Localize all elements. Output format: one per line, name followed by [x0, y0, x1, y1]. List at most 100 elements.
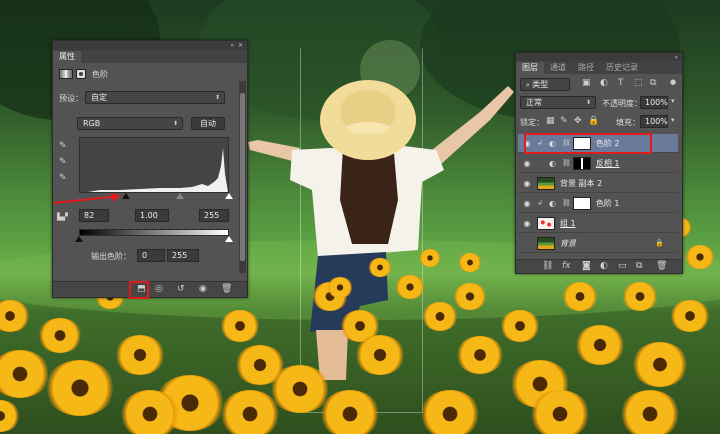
opacity-field[interactable]: 100%: [640, 96, 668, 109]
histogram-icon: [59, 69, 73, 79]
filter-value: 类型: [532, 80, 549, 89]
mask-link-icon[interactable]: ⛓: [562, 159, 571, 167]
visibility-eye-icon[interactable]: ◉: [521, 159, 533, 168]
layer-thumbnail[interactable]: [537, 236, 555, 250]
tab-paths[interactable]: 路径: [572, 62, 600, 74]
new-group-icon[interactable]: ▭: [618, 261, 627, 271]
add-mask-icon[interactable]: ◙: [582, 261, 591, 271]
lock-all-icon[interactable]: 🔒: [588, 116, 599, 126]
trash-icon[interactable]: 🗑: [656, 261, 667, 271]
filter-shape-icon[interactable]: ⬚: [634, 78, 643, 88]
gamma-slider[interactable]: [176, 193, 184, 199]
channel-dropdown[interactable]: RGB ⬍: [77, 117, 183, 130]
scrollbar[interactable]: [239, 81, 246, 273]
layer-row[interactable]: ◉ ◐ ⛓ 反相 1: [518, 154, 678, 173]
close-icon[interactable]: ✕: [238, 42, 243, 49]
lock-image-icon[interactable]: ✎: [560, 116, 568, 126]
output-white-field[interactable]: 255: [167, 249, 199, 262]
blend-mode-value: 正常: [526, 98, 542, 107]
dropdown-arrow-icon: ⬍: [214, 94, 220, 101]
trash-icon[interactable]: 🗑: [221, 284, 232, 294]
filter-smart-icon[interactable]: ⧉: [650, 78, 656, 88]
tab-layers[interactable]: 图层: [516, 62, 544, 74]
tab-history[interactable]: 历史记录: [600, 62, 644, 74]
layer-filter-dropdown[interactable]: ⌕ 类型: [520, 78, 570, 91]
output-black-slider[interactable]: [75, 236, 83, 242]
output-levels-label: 输出色阶：: [91, 252, 131, 261]
layer-thumbnail[interactable]: [572, 156, 591, 170]
layer-thumbnail[interactable]: [537, 176, 555, 190]
mask-icon: [76, 69, 86, 79]
dropdown-arrow-icon: ⬍: [585, 99, 591, 106]
input-black-field[interactable]: 82: [79, 209, 109, 222]
new-adjustment-icon[interactable]: ◐: [600, 261, 608, 271]
filter-pixel-icon[interactable]: ▣: [582, 78, 591, 88]
link-layers-icon[interactable]: ⛓: [542, 261, 553, 271]
gray-eyedropper-icon[interactable]: ✎: [59, 157, 67, 167]
output-white-slider[interactable]: [225, 236, 233, 242]
fill-arrow-icon[interactable]: ▾: [671, 116, 675, 124]
layer-thumbnail[interactable]: [572, 196, 591, 210]
view-previous-icon[interactable]: ◎: [155, 284, 163, 294]
adjustment-layer-icon: ◐: [549, 198, 556, 208]
dropdown-arrow-icon: ⬍: [172, 120, 178, 127]
fill-field[interactable]: 100%: [640, 115, 668, 128]
opacity-arrow-icon[interactable]: ▾: [671, 97, 675, 105]
visibility-icon[interactable]: ◉: [199, 284, 207, 294]
properties-panel: « ✕ 属性 色阶 预设： 自定 ⬍ RGB ⬍ 自动 ✎ ✎ ✎ ▙▞ 82 …: [52, 40, 248, 299]
levels-title: 色阶: [92, 69, 108, 79]
histogram: [79, 137, 229, 193]
adjustment-layer-icon: ◐: [549, 158, 556, 168]
reset-icon[interactable]: ↺: [177, 284, 185, 294]
layer-name[interactable]: 组 1: [560, 218, 576, 229]
panel-titlebar: «: [516, 53, 682, 61]
lock-position-icon[interactable]: ✥: [574, 116, 582, 126]
visibility-eye-icon[interactable]: ◉: [521, 179, 533, 188]
white-point-slider[interactable]: [225, 193, 233, 199]
fill-label: 填充：: [616, 118, 640, 127]
tab-properties[interactable]: 属性: [53, 51, 81, 63]
layer-row[interactable]: ◉ 背景 副本 2: [518, 174, 678, 193]
input-gamma-field[interactable]: 1.00: [135, 209, 169, 222]
output-gradient: [79, 229, 229, 236]
black-eyedropper-icon[interactable]: ✎: [59, 141, 67, 151]
scrollbar-thumb[interactable]: [240, 93, 245, 261]
properties-toolbar: ⬒ ◎ ↺ ◉ 🗑: [53, 281, 247, 297]
filter-toggle-icon[interactable]: ●: [670, 78, 676, 86]
preset-dropdown[interactable]: 自定 ⬍: [85, 91, 225, 104]
auto-button[interactable]: 自动: [191, 117, 225, 130]
fx-icon[interactable]: fx: [562, 261, 571, 271]
lock-label: 锁定：: [520, 118, 544, 127]
selected-layer-highlight: [524, 133, 652, 154]
visibility-eye-icon[interactable]: ◉: [521, 199, 533, 208]
levels-header: 色阶: [59, 67, 108, 81]
input-white-field[interactable]: 255: [199, 209, 229, 222]
collapse-icon[interactable]: «: [674, 54, 678, 61]
layer-name[interactable]: 背景 副本 2: [560, 178, 602, 189]
output-black-field[interactable]: 0: [137, 249, 165, 262]
layer-name[interactable]: 背景: [560, 238, 576, 249]
layer-name[interactable]: 反相 1: [596, 158, 620, 169]
mask-link-icon[interactable]: ⛓: [562, 199, 571, 207]
layers-panel: « 图层 通道 路径 历史记录 ⌕ 类型 ▣ ◐ T ⬚ ⧉ ● 正常 ⬍ 不透明度：…: [515, 52, 683, 274]
filter-type-icon[interactable]: T: [618, 78, 624, 88]
layer-row[interactable]: 背景 🔒: [518, 234, 678, 253]
layer-row[interactable]: ◉ 组 1: [518, 214, 678, 233]
clipping-icon: ↲: [537, 199, 543, 207]
visibility-eye-icon[interactable]: ◉: [521, 219, 533, 228]
new-layer-icon[interactable]: ⧉: [636, 261, 642, 271]
layer-row[interactable]: ◉ ↲ ◐ ⛓ 色阶 1: [518, 194, 678, 213]
lock-transparency-icon[interactable]: ▦: [546, 116, 555, 126]
collapse-icon[interactable]: «: [230, 42, 234, 49]
layer-name[interactable]: 色阶 1: [596, 198, 620, 209]
blend-mode-dropdown[interactable]: 正常 ⬍: [520, 96, 596, 109]
preset-value: 自定: [91, 93, 107, 102]
channel-value: RGB: [83, 119, 101, 128]
tab-channels[interactable]: 通道: [544, 62, 572, 74]
layer-thumbnail[interactable]: [537, 216, 555, 230]
white-eyedropper-icon[interactable]: ✎: [59, 173, 67, 183]
annotation-arrow: [52, 193, 121, 204]
layers-toolbar: ⛓ fx ◙ ◐ ▭ ⧉ 🗑: [516, 259, 682, 273]
layers-tabs: 图层 通道 路径 历史记录: [516, 61, 682, 74]
filter-adjustment-icon[interactable]: ◐: [600, 78, 608, 88]
